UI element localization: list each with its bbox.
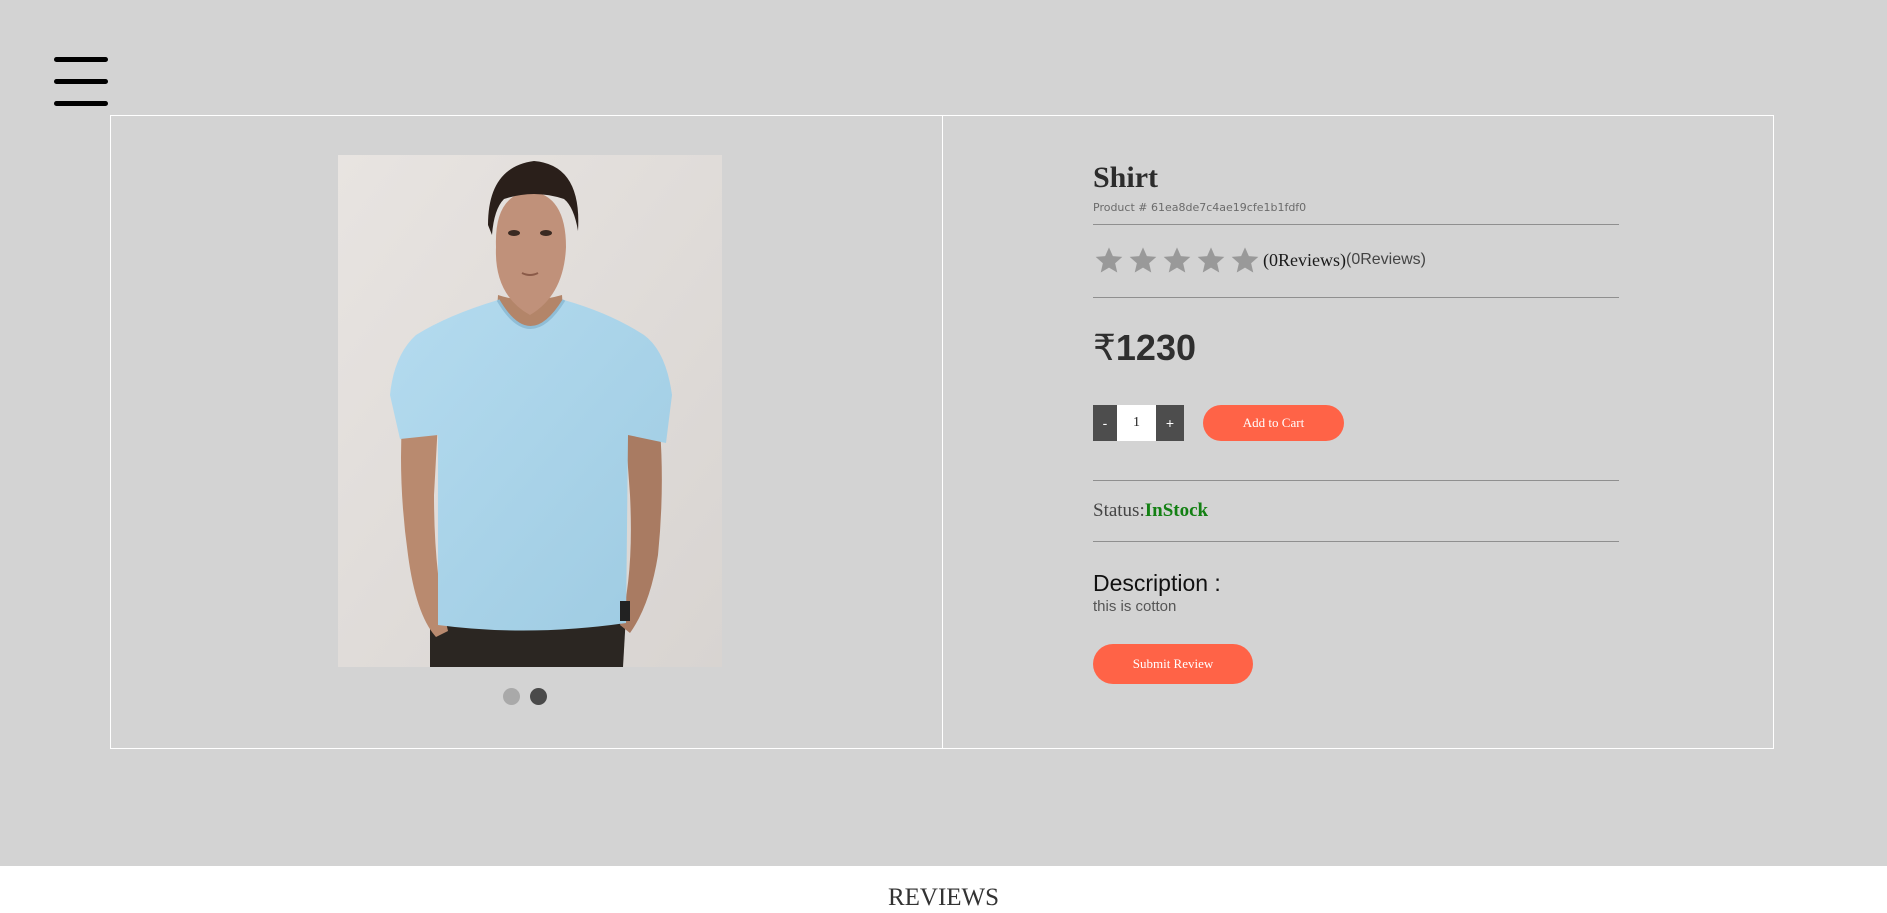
carousel-dot-2[interactable] [530,688,547,705]
menu-line [54,79,108,84]
product-rating: (0Reviews) (0Reviews) [1093,244,1426,276]
reviews-count-secondary: (0Reviews) [1345,251,1426,268]
product-price: ₹1230 [1093,327,1196,369]
divider [1093,224,1619,225]
product-image-panel [111,116,943,748]
image-carousel-dots [503,688,547,705]
divider [1093,541,1619,542]
star-icon [1163,247,1191,273]
menu-line [54,101,108,106]
status-badge: InStock [1144,500,1209,521]
hamburger-menu-icon[interactable] [54,57,109,107]
rating-stars [1093,244,1261,276]
reviews-section: REVIEWS [0,866,1887,913]
decrement-button[interactable]: - [1093,405,1117,441]
product-id: Product # 61ea8de7c4ae19cfe1b1fdf0 [1093,201,1307,214]
star-icon [1095,247,1123,273]
price-amount: 1230 [1115,327,1196,368]
submit-review-button[interactable]: Submit Review [1093,644,1253,684]
description-text: this is cotton [1093,598,1177,615]
product-title: Shirt [1093,161,1159,194]
carousel-dot-1[interactable] [503,688,520,705]
quantity-stepper: - + [1093,405,1184,441]
product-info-panel: Shirt Product # 61ea8de7c4ae19cfe1b1fdf0… [943,116,1773,748]
add-to-cart-button[interactable]: Add to Cart [1203,405,1344,441]
star-icon [1197,247,1225,273]
product-image [338,155,722,667]
increment-button[interactable]: + [1156,405,1184,441]
divider [1093,480,1619,481]
product-details-container: Shirt Product # 61ea8de7c4ae19cfe1b1fdf0… [110,115,1774,749]
stock-status: Status:InStock [1093,500,1208,522]
product-photo-illustration [338,155,722,667]
divider [1093,297,1619,298]
reviews-count: (0Reviews) [1263,249,1346,270]
status-label: Status: [1093,500,1145,521]
star-icon [1231,247,1259,273]
currency-symbol: ₹ [1093,328,1116,369]
description-heading: Description : [1093,570,1221,596]
menu-line [54,57,108,62]
reviews-heading: REVIEWS [887,884,1000,911]
star-icon [1129,247,1157,273]
quantity-input[interactable] [1117,405,1156,441]
